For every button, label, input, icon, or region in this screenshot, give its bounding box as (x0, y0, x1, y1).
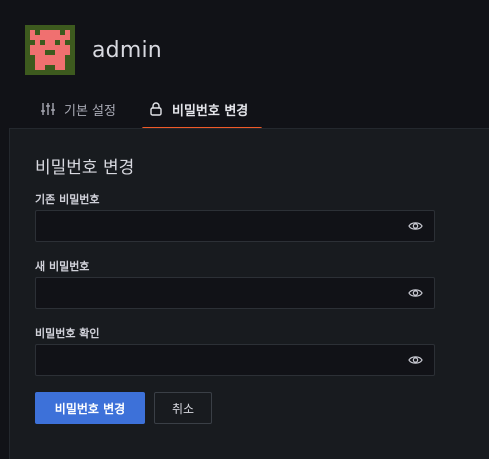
eye-icon[interactable] (408, 353, 423, 367)
username: admin (92, 37, 162, 63)
sliders-icon (40, 101, 56, 117)
eye-icon[interactable] (408, 219, 423, 233)
cancel-button[interactable]: 취소 (154, 392, 212, 424)
old-password-label: 기존 비밀번호 (35, 193, 100, 206)
new-password-input[interactable] (36, 278, 412, 306)
confirm-password-input[interactable] (36, 345, 412, 373)
tab-label: 비밀번호 변경 (171, 103, 249, 119)
profile-header: admin (25, 25, 162, 75)
old-password-input[interactable] (36, 211, 412, 239)
confirm-password-field (35, 344, 435, 376)
avatar-icon (25, 25, 75, 75)
new-password-field (35, 277, 435, 309)
form-title: 비밀번호 변경 (35, 158, 135, 178)
change-password-button[interactable]: 비밀번호 변경 (35, 392, 145, 424)
eye-icon[interactable] (408, 286, 423, 300)
settings-tabs: 기본 설정 비밀번호 변경 (40, 92, 280, 130)
change-password-panel: 비밀번호 변경 기존 비밀번호 새 비밀번호 비밀번호 확인 비밀번호 변경 취… (9, 128, 489, 459)
confirm-password-label: 비밀번호 확인 (35, 327, 100, 340)
tab-label: 기본 설정 (64, 103, 116, 119)
old-password-field (35, 210, 435, 242)
tab-preferences[interactable]: 기본 설정 (40, 92, 116, 126)
lock-icon (148, 101, 164, 117)
tab-change-password[interactable]: 비밀번호 변경 (141, 92, 263, 130)
new-password-label: 새 비밀번호 (35, 260, 90, 273)
